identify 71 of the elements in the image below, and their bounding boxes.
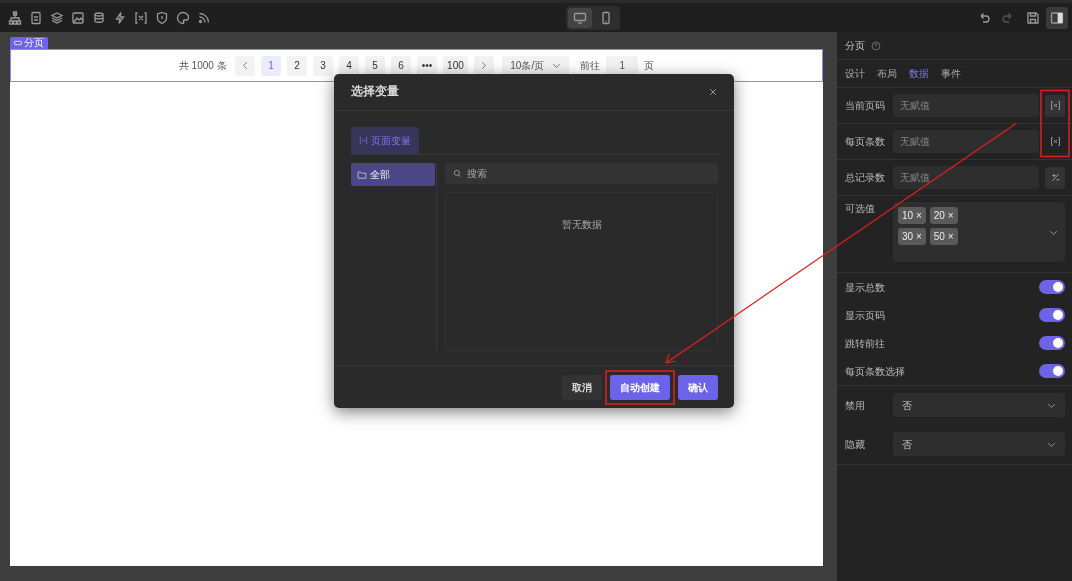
- toggle-switch[interactable]: [1039, 308, 1065, 322]
- chevron-left-icon: [240, 61, 250, 70]
- highlight-box: [605, 370, 675, 405]
- plus-minus-icon: [1049, 172, 1061, 183]
- caret-icon: [552, 61, 562, 70]
- monitor-icon[interactable]: [568, 7, 593, 28]
- chevron-right-icon: [479, 61, 489, 70]
- panel-icon[interactable]: [1046, 6, 1068, 29]
- tag[interactable]: 10 ×: [898, 207, 926, 224]
- field-label: 显示总数: [845, 280, 886, 294]
- field-label: 可选值: [845, 202, 876, 215]
- expression-button[interactable]: [1045, 166, 1065, 189]
- tag[interactable]: 20 ×: [929, 207, 958, 224]
- create-button[interactable]: 自动创建: [610, 375, 670, 400]
- toggle-switch[interactable]: [1039, 336, 1065, 350]
- next-page-button[interactable]: [473, 55, 494, 76]
- group-item[interactable]: 全部: [351, 163, 435, 187]
- empty-message: 暂无数据: [561, 218, 602, 233]
- page-button[interactable]: 1: [261, 55, 282, 76]
- goto-page-field[interactable]: 1: [606, 55, 639, 76]
- variable-button[interactable]: [1045, 94, 1065, 117]
- dropdown[interactable]: 否: [893, 432, 1065, 456]
- field-label: 隐藏: [845, 437, 866, 451]
- goto-label: 前往: [580, 59, 601, 73]
- component-label: 分页: [24, 37, 44, 49]
- field-label: 当前页码: [845, 99, 886, 112]
- field-label: 总记录数: [845, 171, 886, 184]
- text-field[interactable]: 无赋值: [893, 166, 1039, 189]
- total-count: 共 1000 条: [178, 59, 227, 73]
- dropdown[interactable]: 否: [893, 393, 1065, 417]
- cancel-button[interactable]: 取消: [562, 375, 602, 400]
- page-button[interactable]: 5: [365, 55, 386, 76]
- highlight-box: [1040, 89, 1070, 158]
- text-field[interactable]: 无赋值: [893, 130, 1039, 153]
- variable-icon: [359, 136, 368, 146]
- variable-icon: [1049, 100, 1061, 111]
- confirm-button[interactable]: 确认: [678, 375, 718, 400]
- page-button[interactable]: 2: [287, 55, 308, 76]
- dialog-title: 选择变量: [351, 83, 399, 99]
- variable-icon: [1049, 136, 1061, 147]
- close-button[interactable]: [708, 86, 718, 97]
- close-icon: [708, 86, 718, 97]
- page-button[interactable]: 4: [339, 55, 360, 76]
- help-icon: [871, 40, 881, 51]
- tag[interactable]: 30 ×: [898, 228, 926, 245]
- field-label: 每页条数选择: [845, 364, 905, 378]
- component-icon: [14, 39, 22, 47]
- field-label: 每页条数: [845, 135, 886, 148]
- field-label: 跳转前往: [845, 336, 886, 350]
- text-field[interactable]: 无赋值: [893, 94, 1039, 117]
- field-label: 显示页码: [845, 308, 886, 322]
- toggle-switch[interactable]: [1039, 280, 1065, 294]
- page-button[interactable]: •••: [417, 55, 438, 76]
- panel-tab[interactable]: 事件: [941, 66, 961, 81]
- toggle-switch[interactable]: [1039, 364, 1065, 378]
- page-button[interactable]: 6: [391, 55, 412, 76]
- page-suffix: 页: [644, 59, 655, 73]
- panel-title: 分页: [845, 39, 865, 53]
- page-button[interactable]: 100: [443, 55, 468, 76]
- panel-tab[interactable]: 数据: [909, 66, 929, 81]
- select-value: 否: [902, 437, 912, 452]
- select-value: 否: [902, 398, 912, 413]
- search-field[interactable]: 搜索: [445, 163, 718, 185]
- page-size-select[interactable]: 10条/页: [502, 55, 570, 76]
- panel-tab[interactable]: 布局: [877, 66, 897, 81]
- panel-tab[interactable]: 设计: [845, 66, 865, 81]
- tag-select[interactable]: 10 × 20 × 30 × 50 ×: [893, 202, 1065, 262]
- tag[interactable]: 50 ×: [929, 228, 958, 245]
- folder-icon: [357, 169, 367, 180]
- page-button[interactable]: 3: [313, 55, 334, 76]
- field-label: 禁用: [845, 398, 866, 412]
